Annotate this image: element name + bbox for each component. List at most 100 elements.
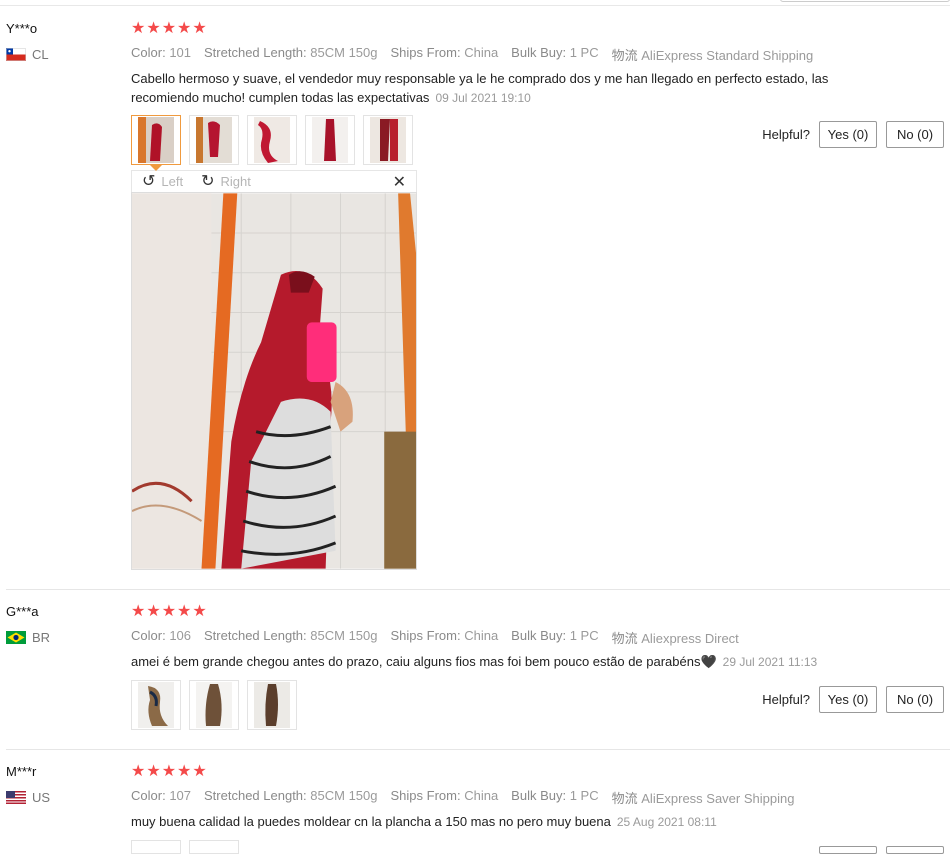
- reviewer-name: M***r: [6, 764, 37, 779]
- hair-photo-thumb-icon: [254, 682, 290, 728]
- sku-logistics: 物流 Aliexpress Direct: [612, 628, 739, 647]
- close-icon[interactable]: ✕: [393, 172, 406, 192]
- rotate-right-label[interactable]: Right: [221, 174, 251, 189]
- star-icon: ★: [177, 20, 192, 37]
- sku-key: 物流: [611, 631, 638, 646]
- sku-color: Color: 106: [131, 628, 191, 647]
- helpful-no-button[interactable]: [886, 846, 944, 854]
- sku-key: Bulk Buy:: [511, 45, 567, 60]
- helpful-label: Helpful?: [762, 127, 810, 142]
- review-divider: [6, 589, 950, 590]
- star-icon: ★: [192, 20, 207, 37]
- star-icon: ★: [146, 763, 161, 780]
- sku-key: Color:: [131, 788, 166, 803]
- sku-info: Color: 107 Stretched Length: 85CM 150g S…: [131, 788, 794, 807]
- sku-ships-from: Ships From: China: [391, 45, 499, 64]
- helpful-yes-button[interactable]: Yes (0): [819, 686, 877, 713]
- sku-ships-from: Ships From: China: [391, 788, 499, 807]
- sku-key: Bulk Buy:: [511, 628, 567, 643]
- sku-key: Stretched Length:: [204, 45, 307, 60]
- sku-key: Ships From:: [390, 45, 461, 60]
- helpful-votes: Helpful? Yes (0) No (0): [762, 686, 944, 713]
- review-photos: [131, 680, 297, 730]
- sku-value: 101: [169, 45, 192, 60]
- sku-value: 85CM 150g: [310, 788, 378, 803]
- sku-key: Ships From:: [390, 628, 461, 643]
- review-photo-thumb[interactable]: [131, 680, 181, 730]
- reviewer-name: Y***o: [6, 21, 38, 36]
- sku-value: 107: [169, 788, 192, 803]
- country-code: BR: [32, 630, 51, 645]
- country-code: US: [32, 790, 51, 805]
- star-icon: ★: [146, 603, 161, 620]
- rotate-right-icon[interactable]: ↻: [201, 173, 214, 190]
- sku-info: Color: 101 Stretched Length: 85CM 150g S…: [131, 45, 813, 64]
- review-photo-thumb[interactable]: [189, 680, 239, 730]
- review-photos: [131, 840, 239, 854]
- star-rating: ★ ★ ★ ★ ★: [131, 604, 207, 620]
- star-rating: ★ ★ ★ ★ ★: [131, 764, 207, 780]
- helpful-yes-button[interactable]: Yes (0): [819, 121, 877, 148]
- sku-value: China: [464, 788, 499, 803]
- review-divider: [6, 749, 950, 750]
- review-text: muy buena calidad la puedes moldear cn l…: [131, 812, 891, 832]
- helpful-no-button[interactable]: No (0): [886, 686, 944, 713]
- reviewer-country: CL: [6, 47, 49, 62]
- sku-value: China: [464, 628, 499, 643]
- star-icon: ★: [192, 763, 207, 780]
- review-photo-thumb[interactable]: [247, 680, 297, 730]
- review-photo-thumb[interactable]: [131, 115, 181, 165]
- review-photo-thumb[interactable]: [247, 115, 297, 165]
- helpful-yes-button[interactable]: [819, 846, 877, 854]
- sku-value: 1 PC: [569, 45, 599, 60]
- star-icon: ★: [161, 20, 177, 37]
- viewer-toolbar: ↺ Left ↻ Right ✕: [131, 164, 417, 192]
- star-rating: ★ ★ ★ ★ ★: [131, 21, 207, 37]
- hair-photo-thumb-icon: [138, 117, 174, 163]
- reviewer-country: BR: [6, 630, 50, 645]
- hair-photo-thumb-icon: [138, 682, 174, 728]
- review-text: Cabello hermoso y suave, el vendedor muy…: [131, 69, 891, 108]
- review-photo-thumb[interactable]: [363, 115, 413, 165]
- review-photo-thumb[interactable]: [189, 115, 239, 165]
- review-photo-thumb[interactable]: [131, 840, 181, 854]
- sku-key: 物流: [611, 48, 638, 63]
- sku-key: 物流: [611, 791, 638, 806]
- sku-key: Stretched Length:: [204, 628, 307, 643]
- sku-value: Aliexpress Direct: [641, 631, 739, 646]
- sku-bulk: Bulk Buy: 1 PC: [511, 45, 598, 64]
- sku-key: Bulk Buy:: [511, 788, 567, 803]
- sku-value: 106: [169, 628, 192, 643]
- helpful-no-button[interactable]: No (0): [886, 121, 944, 148]
- star-icon: ★: [192, 603, 207, 620]
- sku-value: 85CM 150g: [310, 45, 378, 60]
- star-icon: ★: [131, 603, 146, 620]
- review-photo-large: [131, 192, 417, 570]
- sku-bulk: Bulk Buy: 1 PC: [511, 788, 598, 807]
- sku-key: Ships From:: [390, 788, 461, 803]
- review-photo-thumb[interactable]: [189, 840, 239, 854]
- star-icon: ★: [161, 603, 177, 620]
- rotate-left-icon[interactable]: ↺: [142, 173, 155, 190]
- star-icon: ★: [131, 763, 146, 780]
- sku-ships-from: Ships From: China: [391, 628, 499, 647]
- star-icon: ★: [131, 20, 146, 37]
- rotate-left-label[interactable]: Left: [161, 174, 183, 189]
- review-photo-thumb[interactable]: [305, 115, 355, 165]
- reviewer-name: G***a: [6, 604, 39, 619]
- star-icon: ★: [146, 20, 161, 37]
- sku-key: Color:: [131, 45, 166, 60]
- sku-bulk: Bulk Buy: 1 PC: [511, 628, 598, 647]
- chile-flag-icon: [6, 48, 26, 61]
- country-code: CL: [32, 47, 49, 62]
- review-text: amei é bem grande chegou antes do prazo,…: [131, 652, 891, 672]
- sku-value: China: [464, 45, 499, 60]
- viewer-pointer-arrow: [149, 164, 163, 171]
- reviewer-country: US: [6, 790, 50, 805]
- divider: [0, 5, 950, 6]
- sku-length: Stretched Length: 85CM 150g: [204, 45, 377, 64]
- sku-value: 1 PC: [569, 788, 599, 803]
- sku-length: Stretched Length: 85CM 150g: [204, 628, 377, 647]
- sku-key: Color:: [131, 628, 166, 643]
- sku-color: Color: 107: [131, 788, 191, 807]
